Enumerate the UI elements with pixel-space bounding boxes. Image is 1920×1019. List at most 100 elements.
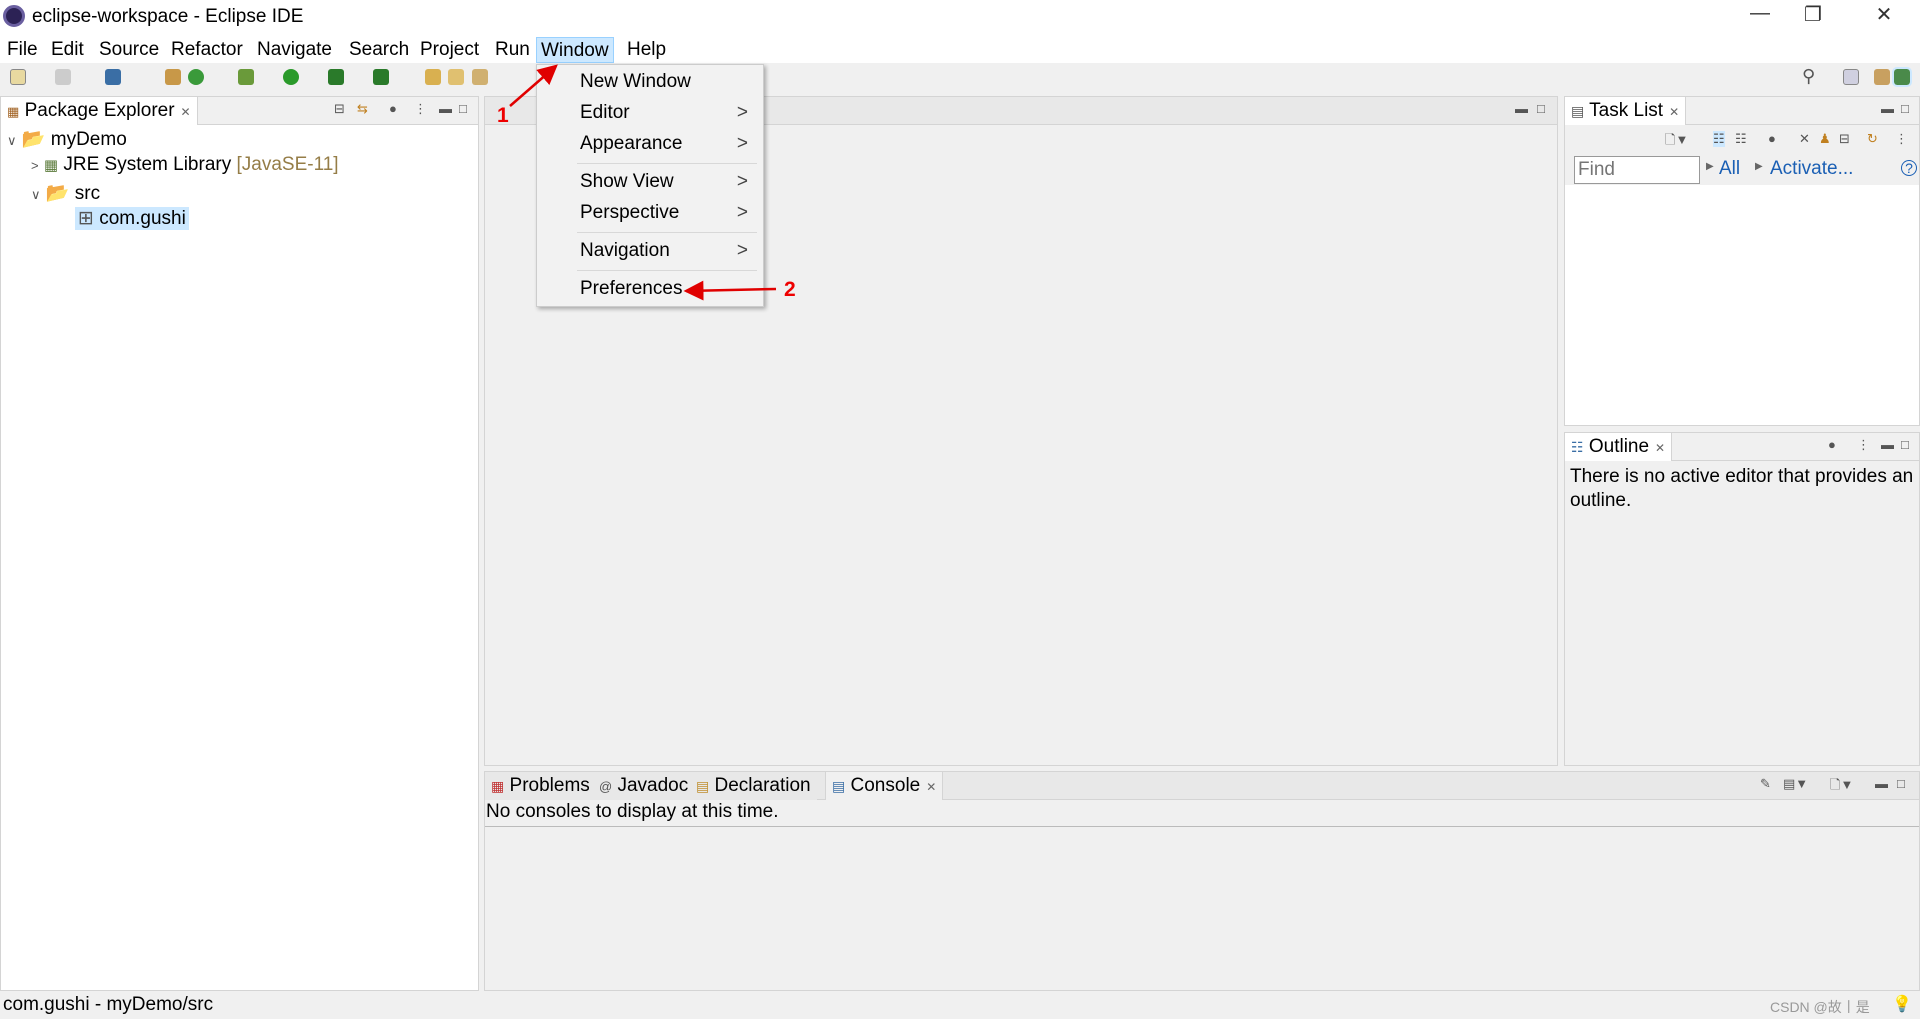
link-with-editor-icon[interactable]: ⇆ (357, 101, 368, 117)
tab-outline[interactable]: ☷ Outline ✕ (1565, 433, 1673, 461)
triangle-right-icon: ▶ (1755, 161, 1763, 172)
tab-label: Outline (1588, 436, 1650, 457)
scheduled-icon[interactable]: ☷ (1735, 131, 1747, 147)
view-menu-icon[interactable]: ⋮ (414, 101, 427, 117)
restore-icon[interactable]: ❐ (1793, 2, 1833, 27)
menu-item-navigation[interactable]: Navigation > (580, 240, 756, 262)
open-console-icon[interactable]: 🗋▼ (1830, 776, 1853, 798)
find-input[interactable] (1574, 156, 1700, 184)
minimize-view-icon[interactable]: ▬ (439, 101, 452, 116)
eclipse-logo-icon (3, 5, 25, 27)
external-tools-icon[interactable] (373, 69, 389, 85)
maximize-view-icon[interactable]: □ (1901, 101, 1909, 116)
pin-console-icon[interactable]: ✎ (1760, 776, 1771, 792)
main-toolbar: ⚲ (0, 64, 1920, 92)
new-icon[interactable] (10, 69, 26, 85)
debug-perspective-icon[interactable] (1874, 69, 1890, 85)
menu-item-show-view[interactable]: Show View > (580, 171, 756, 193)
search-icon[interactable]: ⚲ (1802, 66, 1815, 87)
all-link[interactable]: All (1719, 158, 1740, 180)
minimize-editor-icon[interactable]: ▬ (1515, 101, 1528, 116)
minimize-view-icon[interactable]: ▬ (1881, 101, 1894, 116)
menu-edit[interactable]: Edit (47, 37, 88, 63)
project-folder-icon: 📂 (21, 129, 46, 150)
menu-project[interactable]: Project (416, 37, 483, 63)
filters-icon[interactable]: ● (389, 101, 397, 116)
new-class-icon[interactable] (188, 69, 204, 85)
debug-icon[interactable] (238, 69, 254, 85)
menu-item-perspective[interactable]: Perspective > (580, 202, 756, 224)
open-perspective-icon[interactable] (1843, 69, 1859, 85)
tree-item-project[interactable]: ∨ 📂 myDemo (7, 127, 127, 151)
menu-source[interactable]: Source (95, 37, 163, 63)
status-text: com.gushi - myDemo/src (3, 994, 214, 1015)
save-icon[interactable] (55, 69, 71, 85)
declaration-icon: ▤ (696, 778, 710, 794)
window-menu: New Window Editor > Appearance > Show View… (536, 64, 764, 307)
menu-refactor[interactable]: Refactor (167, 37, 247, 63)
focus-icon[interactable]: ● (1768, 131, 1776, 146)
view-menu-icon[interactable]: ⋮ (1895, 131, 1908, 147)
tree-item-src[interactable]: ∨ 📂 src (31, 181, 100, 205)
menu-navigate[interactable]: Navigate (253, 37, 336, 63)
menu-separator (577, 270, 757, 271)
tab-javadoc[interactable]: @ Javadoc (593, 772, 695, 800)
menu-item-preferences[interactable]: Preferences (580, 278, 756, 300)
maximize-view-icon[interactable]: □ (1897, 776, 1905, 791)
run-icon[interactable] (283, 69, 299, 85)
tab-console[interactable]: ▤ Console ✕ (825, 772, 944, 800)
tab-package-explorer[interactable]: ▦ Package Explorer ✕ (1, 97, 198, 125)
open-resource-icon[interactable] (448, 69, 464, 85)
close-tab-icon[interactable]: ✕ (926, 780, 936, 794)
close-tab-icon[interactable]: ✕ (1655, 441, 1665, 455)
filters-icon[interactable]: ● (1828, 437, 1836, 452)
maximize-view-icon[interactable]: □ (1901, 437, 1909, 452)
minimize-icon[interactable]: — (1740, 2, 1780, 25)
collapse-all-icon[interactable]: ⊟ (334, 101, 345, 117)
tree-item-package[interactable]: ⊞ com.gushi (75, 207, 189, 230)
terminal-icon[interactable] (105, 69, 121, 85)
categorized-icon[interactable]: ☷ (1713, 131, 1725, 147)
tab-label: Package Explorer (24, 100, 175, 121)
activate-link[interactable]: Activate... (1770, 158, 1853, 180)
menu-item-editor[interactable]: Editor > (580, 102, 756, 124)
collapse-all-icon[interactable]: ⊟ (1839, 131, 1850, 147)
hide-unassigned-icon[interactable]: ♟ (1819, 131, 1831, 147)
package-icon: ⊞ (78, 208, 94, 229)
open-type-icon[interactable] (425, 69, 441, 85)
close-tab-icon[interactable]: ✕ (1669, 105, 1679, 119)
menu-run[interactable]: Run (491, 37, 534, 63)
hide-completed-icon[interactable]: ✕ (1799, 131, 1810, 147)
chevron-down-icon[interactable]: ∨ (31, 187, 41, 202)
menu-bar: File Edit Source Refactor Navigate Searc… (0, 34, 1920, 63)
tab-declaration[interactable]: ▤ Declaration (690, 772, 817, 800)
minimize-view-icon[interactable]: ▬ (1881, 437, 1894, 452)
chevron-right-icon[interactable]: > (31, 158, 39, 173)
source-folder-icon: 📂 (45, 183, 70, 204)
menu-window[interactable]: Window (536, 37, 614, 63)
help-icon[interactable]: ? (1901, 160, 1917, 176)
minimize-view-icon[interactable]: ▬ (1875, 776, 1888, 791)
close-tab-icon[interactable]: ✕ (181, 105, 191, 119)
new-task-icon[interactable]: 🗋▼ (1665, 131, 1688, 153)
tab-problems[interactable]: ▦ Problems (485, 772, 596, 800)
display-console-icon[interactable]: ▤▼ (1783, 776, 1808, 792)
pen-icon[interactable] (472, 69, 488, 85)
maximize-view-icon[interactable]: □ (459, 101, 467, 116)
menu-search[interactable]: Search (345, 37, 413, 63)
view-menu-icon[interactable]: ⋮ (1857, 437, 1870, 453)
maximize-editor-icon[interactable]: □ (1537, 101, 1545, 116)
new-package-icon[interactable] (165, 69, 181, 85)
menu-help[interactable]: Help (623, 37, 670, 63)
menu-item-appearance[interactable]: Appearance > (580, 133, 756, 155)
menu-file[interactable]: File (3, 37, 42, 63)
chevron-down-icon[interactable]: ∨ (7, 133, 17, 148)
sync-icon[interactable]: ↻ (1867, 131, 1878, 147)
coverage-icon[interactable] (328, 69, 344, 85)
tree-item-jre[interactable]: > ▦ JRE System Library [JavaSE-11] (31, 154, 339, 176)
menu-item-label: New Window (580, 71, 691, 92)
tab-task-list[interactable]: ▤ Task List ✕ (1565, 97, 1687, 125)
menu-item-new-window[interactable]: New Window (580, 71, 756, 93)
java-perspective-icon[interactable] (1892, 67, 1912, 87)
close-icon[interactable]: ✕ (1864, 2, 1904, 27)
